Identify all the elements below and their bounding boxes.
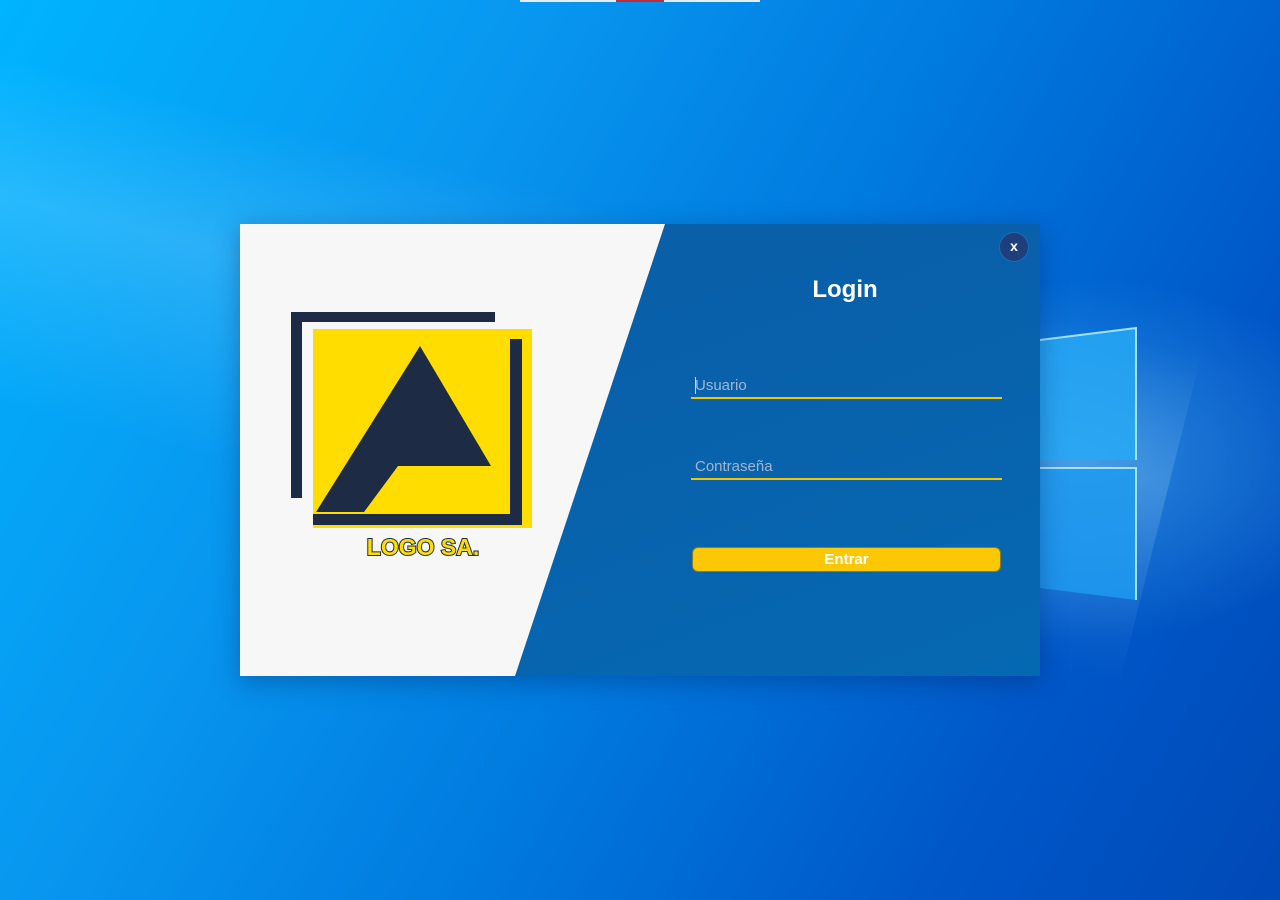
text-cursor	[695, 377, 696, 394]
enter-button[interactable]: Entrar	[692, 547, 1001, 572]
logo-text: LOGO SA.	[367, 534, 479, 560]
top-window-edge-accent	[616, 0, 664, 2]
company-logo-icon: LOGO SA.	[291, 312, 532, 561]
username-field[interactable]	[691, 373, 1002, 399]
login-window: LOGO SA. x Login Entrar	[240, 224, 1040, 676]
close-button[interactable]: x	[1000, 233, 1028, 261]
windows-wallpaper-logo-icon	[1040, 326, 1137, 600]
password-field[interactable]	[691, 454, 1002, 480]
login-title: Login	[812, 276, 878, 303]
desktop-background: LOGO SA. x Login Entrar	[0, 0, 1280, 900]
